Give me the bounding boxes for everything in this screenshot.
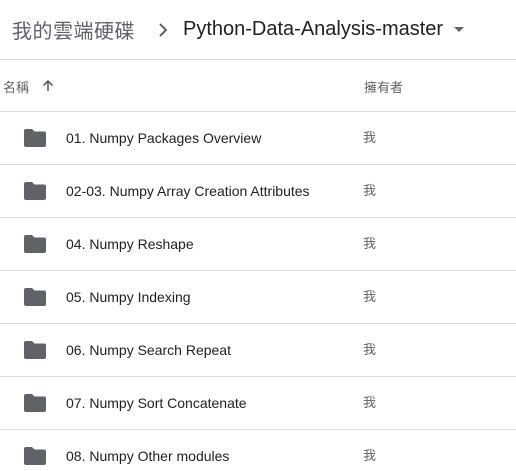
file-owner: 我 bbox=[363, 236, 377, 251]
file-row[interactable]: 07. Numpy Sort Concatenate 我 bbox=[0, 377, 516, 430]
file-row[interactable]: 06. Numpy Search Repeat 我 bbox=[0, 324, 516, 377]
file-name: 08. Numpy Other modules bbox=[66, 448, 230, 464]
file-owner: 我 bbox=[363, 395, 377, 410]
folder-icon bbox=[23, 340, 47, 360]
breadcrumb-current-folder[interactable]: Python-Data-Analysis-master bbox=[183, 18, 465, 41]
breadcrumb-root-my-drive[interactable]: 我的雲端硬碟 bbox=[12, 15, 135, 44]
file-name: 01. Numpy Packages Overview bbox=[66, 130, 262, 146]
column-header-name-label: 名稱 bbox=[3, 79, 30, 95]
folder-icon bbox=[23, 128, 47, 148]
file-name: 04. Numpy Reshape bbox=[66, 236, 194, 252]
folder-icon bbox=[23, 393, 47, 413]
file-owner: 我 bbox=[363, 289, 377, 304]
file-owner: 我 bbox=[363, 183, 377, 198]
breadcrumb: 我的雲端硬碟 Python-Data-Analysis-master bbox=[0, 0, 516, 60]
folder-icon bbox=[23, 234, 47, 254]
caret-down-icon bbox=[453, 26, 465, 34]
file-name: 06. Numpy Search Repeat bbox=[66, 342, 231, 358]
file-row[interactable]: 04. Numpy Reshape 我 bbox=[0, 218, 516, 271]
file-name: 05. Numpy Indexing bbox=[66, 289, 191, 305]
column-header-row: 名稱 擁有者 bbox=[0, 60, 516, 112]
file-row[interactable]: 01. Numpy Packages Overview 我 bbox=[0, 112, 516, 165]
file-owner: 我 bbox=[363, 342, 377, 357]
column-header-owner[interactable]: 擁有者 bbox=[364, 60, 403, 112]
folder-icon bbox=[23, 181, 47, 201]
chevron-right-icon bbox=[155, 22, 171, 38]
drive-file-browser: 我的雲端硬碟 Python-Data-Analysis-master 名稱 擁有… bbox=[0, 0, 516, 471]
breadcrumb-current-label: Python-Data-Analysis-master bbox=[183, 18, 444, 40]
file-row[interactable]: 02-03. Numpy Array Creation Attributes 我 bbox=[0, 165, 516, 218]
arrow-up-icon[interactable] bbox=[41, 79, 55, 93]
file-name: 02-03. Numpy Array Creation Attributes bbox=[66, 183, 310, 199]
folder-icon bbox=[23, 287, 47, 307]
file-row[interactable]: 08. Numpy Other modules 我 bbox=[0, 430, 516, 471]
file-name: 07. Numpy Sort Concatenate bbox=[66, 395, 247, 411]
folder-icon bbox=[23, 446, 47, 466]
column-header-name[interactable]: 名稱 bbox=[3, 60, 55, 112]
file-owner: 我 bbox=[363, 448, 377, 463]
file-row[interactable]: 05. Numpy Indexing 我 bbox=[0, 271, 516, 324]
column-header-owner-label: 擁有者 bbox=[364, 79, 404, 95]
file-list: 01. Numpy Packages Overview 我 02-03. Num… bbox=[0, 112, 516, 471]
file-owner: 我 bbox=[363, 130, 377, 145]
